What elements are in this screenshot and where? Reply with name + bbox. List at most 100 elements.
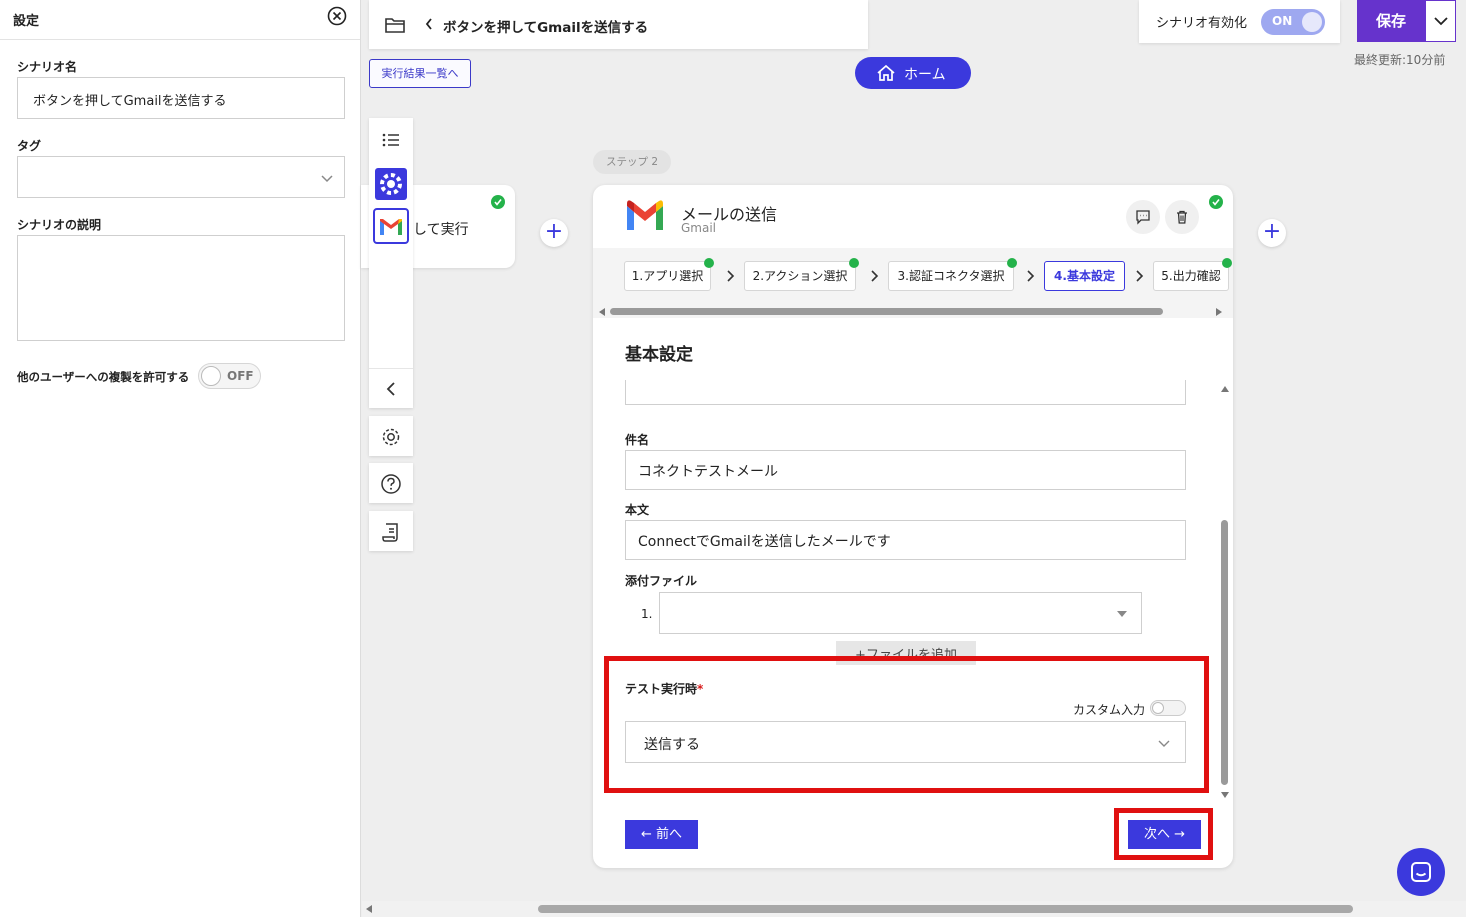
toolbar-gmail-app[interactable] [369, 206, 413, 246]
results-list-link[interactable]: 実行結果一覧へ [369, 59, 471, 88]
step-tab-label: 3.認証コネクタ選択 [897, 269, 1005, 283]
comment-button[interactable] [1126, 200, 1160, 234]
scenario-enable-label: シナリオ有効化 [1156, 16, 1248, 31]
scroll-left-icon [366, 905, 372, 913]
check-icon [491, 195, 505, 209]
subject-input[interactable]: コネクトテストメール [625, 450, 1186, 490]
toolbar-gear-button[interactable] [369, 416, 413, 456]
gear-app-icon [375, 168, 407, 200]
chat-icon [1411, 862, 1431, 882]
scenario-name-input[interactable]: ボタンを押してGmailを送信する [17, 77, 345, 119]
chevron-right-icon [727, 270, 735, 282]
test-run-label: テスト実行時* [625, 680, 703, 697]
scrollbar-thumb[interactable] [538, 905, 1353, 913]
form-area: 件名 コネクトテストメール 本文 ConnectでGmailを送信したメールです… [593, 380, 1233, 795]
gmail-logo-icon [627, 200, 663, 230]
document-icon [382, 523, 398, 542]
scroll-right-icon [1216, 308, 1222, 316]
canvas-horizontal-scrollbar[interactable] [362, 901, 1466, 917]
home-button[interactable]: ホーム [855, 57, 971, 89]
trash-icon [1177, 210, 1187, 224]
description-textarea[interactable] [17, 235, 345, 341]
help-icon [381, 474, 401, 494]
body-input[interactable]: ConnectでGmailを送信したメールです [625, 520, 1186, 560]
tag-select[interactable] [17, 156, 345, 198]
step-tab-app-select[interactable]: 1.アプリ選択 [624, 258, 714, 291]
add-step-button[interactable]: + [540, 219, 568, 247]
check-icon [1007, 258, 1017, 268]
step-tabs: 1.アプリ選択 2.アクション選択 3.認証コネクタ選択 4.基本設定 5.出力… [593, 248, 1233, 318]
scroll-left-icon [599, 308, 605, 316]
attachment-index: 1. [641, 607, 653, 621]
custom-input-label: カスタム入力 [1073, 703, 1146, 717]
step-tab-output-check[interactable]: 5.出力確認 [1153, 258, 1232, 291]
step-number-pill: ステップ 2 [593, 150, 671, 174]
check-icon [849, 258, 859, 268]
scrollbar-thumb[interactable] [610, 308, 1163, 315]
toggle-knob [1302, 12, 1322, 32]
next-button[interactable]: 次へ → [1128, 820, 1201, 849]
allow-copy-toggle[interactable]: OFF [198, 363, 261, 389]
chevron-down-icon [1158, 740, 1170, 747]
toggle-knob [1152, 702, 1164, 714]
attachment-select[interactable] [659, 592, 1142, 634]
test-run-select[interactable]: 送信する [625, 721, 1186, 763]
save-button[interactable]: 保存 [1357, 0, 1425, 42]
test-run-select-value: 送信する [644, 737, 700, 753]
body-label: 本文 [625, 503, 650, 517]
chevron-left-icon [386, 382, 395, 396]
chevron-left-icon[interactable] [424, 17, 434, 31]
comment-icon [1136, 210, 1150, 225]
toolbar-collapse-button[interactable] [369, 368, 413, 408]
form-scrollbar[interactable] [1219, 380, 1231, 798]
toolbar-help-button[interactable] [369, 463, 413, 503]
scenario-bar: ボタンを押してGmailを送信する [369, 0, 868, 49]
settings-panel-header: 設定 [0, 0, 360, 40]
custom-input-toggle[interactable] [1150, 700, 1186, 716]
last-updated: 最終更新:10分前 [1354, 53, 1446, 67]
scenario-enable-toggle[interactable]: ON [1261, 9, 1325, 35]
side-toolbar [369, 118, 413, 408]
test-run-label-text: テスト実行時 [625, 682, 698, 696]
chevron-right-icon [1027, 270, 1035, 282]
scrollbar-thumb[interactable] [1221, 520, 1228, 785]
save-dropdown-button[interactable] [1425, 0, 1456, 42]
description-label: シナリオの説明 [17, 218, 102, 232]
folder-icon[interactable] [384, 15, 406, 35]
toolbar-settings-app[interactable] [369, 165, 413, 205]
subject-label: 件名 [625, 433, 650, 447]
step-tabs-scrollbar[interactable] [598, 306, 1223, 316]
step-tab-basic-settings[interactable]: 4.基本設定 [1044, 261, 1125, 291]
check-icon [704, 258, 714, 268]
scenario-name-label: シナリオ名 [17, 60, 78, 74]
previous-field-input[interactable] [625, 380, 1186, 405]
section-title: 基本設定 [625, 345, 693, 365]
scenario-enable-toggle-text: ON [1272, 14, 1293, 28]
gmail-icon [373, 208, 409, 244]
delete-button[interactable] [1165, 200, 1199, 234]
toggle-knob [201, 366, 221, 386]
settings-panel: 設定 シナリオ名 ボタンを押してGmailを送信する タグ シナリオの説明 他の… [0, 0, 361, 917]
check-icon [1222, 258, 1232, 268]
trigger-step-label: して実行 [413, 222, 469, 238]
chevron-down-icon [1434, 17, 1448, 26]
step-tab-action-select[interactable]: 2.アクション選択 [744, 258, 859, 291]
toolbar-document-button[interactable] [369, 511, 413, 551]
add-step-button[interactable]: + [1258, 219, 1286, 247]
allow-copy-label: 他のユーザーへの複製を許可する [17, 370, 190, 384]
card-header: メールの送信 Gmail [593, 185, 1233, 248]
prev-button[interactable]: ← 前へ [625, 820, 698, 849]
close-icon[interactable] [327, 6, 347, 26]
scenario-enable-box: シナリオ有効化 ON [1139, 0, 1340, 43]
chat-button[interactable] [1397, 848, 1445, 896]
step-tab-label: 4.基本設定 [1054, 269, 1115, 283]
action-step-card: メールの送信 Gmail 1.アプリ選択 2.アクション選択 3.認証コネクタ選… [593, 185, 1233, 868]
step-tab-auth-connector[interactable]: 3.認証コネクタ選択 [888, 258, 1017, 291]
card-app-name: Gmail [681, 221, 717, 235]
test-run-setting: テスト実行時* カスタム入力 送信する [593, 665, 1233, 795]
toolbar-list-button[interactable] [369, 120, 413, 160]
dropdown-arrow-icon [1117, 611, 1127, 617]
home-button-label: ホーム [904, 67, 946, 83]
attachment-label: 添付ファイル [625, 574, 698, 588]
home-icon [877, 64, 895, 81]
